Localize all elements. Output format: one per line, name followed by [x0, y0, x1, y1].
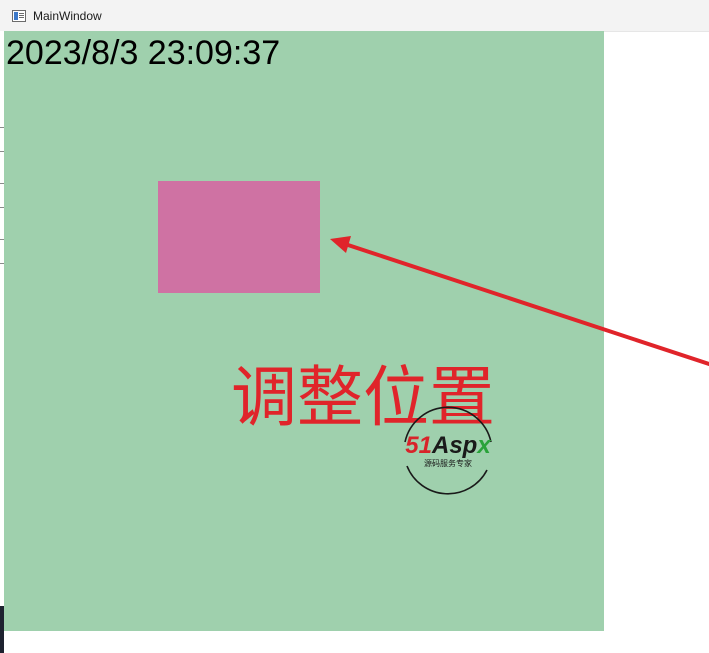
- logo-brand-text: 51Aspx: [405, 432, 491, 459]
- logo-subtitle: 源码服务专家: [424, 459, 472, 468]
- arrow-head: [330, 236, 351, 253]
- arrow-shaft: [343, 242, 709, 366]
- annotation-arrow: [330, 236, 709, 366]
- watermark-logo: 51Aspx 源码服务专家: [383, 400, 513, 496]
